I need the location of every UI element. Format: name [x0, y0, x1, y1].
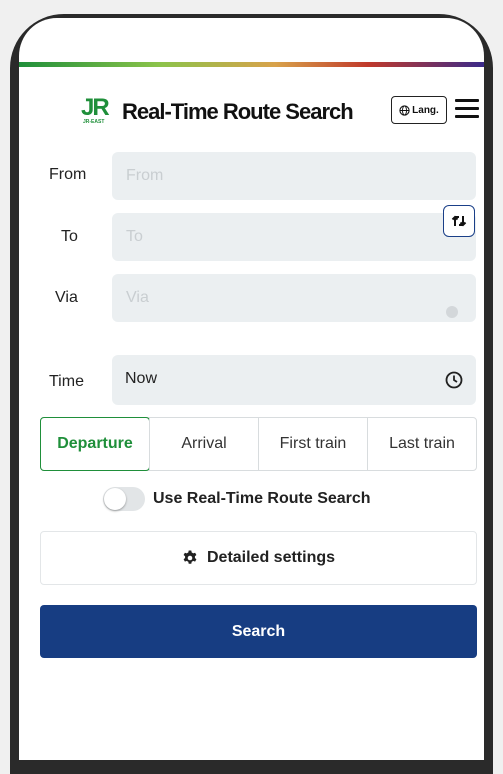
language-button[interactable]: Lang.: [391, 96, 447, 124]
detailed-settings-button[interactable]: Detailed settings: [40, 531, 477, 585]
clock-icon: [445, 371, 463, 389]
via-input[interactable]: [112, 274, 476, 322]
time-label: Time: [49, 373, 84, 390]
realtime-toggle[interactable]: [103, 487, 145, 511]
language-button-label: Lang.: [412, 104, 439, 116]
tab-departure[interactable]: Departure: [40, 417, 150, 471]
app-screen: JR JR-EAST Real-Time Route Search Lang. …: [19, 18, 484, 760]
to-label: To: [61, 228, 78, 245]
tab-arrival[interactable]: Arrival: [149, 418, 258, 470]
logo-mark: JR: [81, 94, 110, 121]
via-label: Via: [55, 289, 78, 306]
from-label: From: [49, 166, 87, 183]
swap-arrows-icon: [451, 215, 467, 227]
time-input[interactable]: Now: [112, 355, 476, 405]
header: JR JR-EAST Real-Time Route Search Lang.: [19, 88, 484, 134]
clear-via-icon[interactable]: [446, 306, 458, 318]
globe-icon: [399, 104, 410, 116]
hamburger-menu-icon[interactable]: [455, 99, 479, 119]
search-button[interactable]: Search: [40, 605, 477, 658]
jr-east-logo: JR JR-EAST: [81, 94, 123, 126]
realtime-toggle-label: Use Real-Time Route Search: [153, 490, 371, 507]
tab-first-train[interactable]: First train: [258, 418, 367, 470]
detailed-settings-label: Detailed settings: [206, 549, 336, 566]
time-mode-tabs: Departure Arrival First train Last train: [40, 417, 477, 471]
to-input[interactable]: [112, 213, 476, 261]
tab-last-train[interactable]: Last train: [367, 418, 476, 470]
page-title: Real-Time Route Search: [122, 99, 354, 124]
logo-subtext: JR-EAST: [83, 119, 105, 125]
realtime-toggle-row: Use Real-Time Route Search: [103, 486, 371, 512]
brand-gradient-bar: [19, 62, 484, 67]
swap-stations-button[interactable]: [443, 205, 475, 237]
time-value: Now: [125, 370, 158, 387]
from-input[interactable]: [112, 152, 476, 200]
gear-icon: [183, 550, 197, 564]
